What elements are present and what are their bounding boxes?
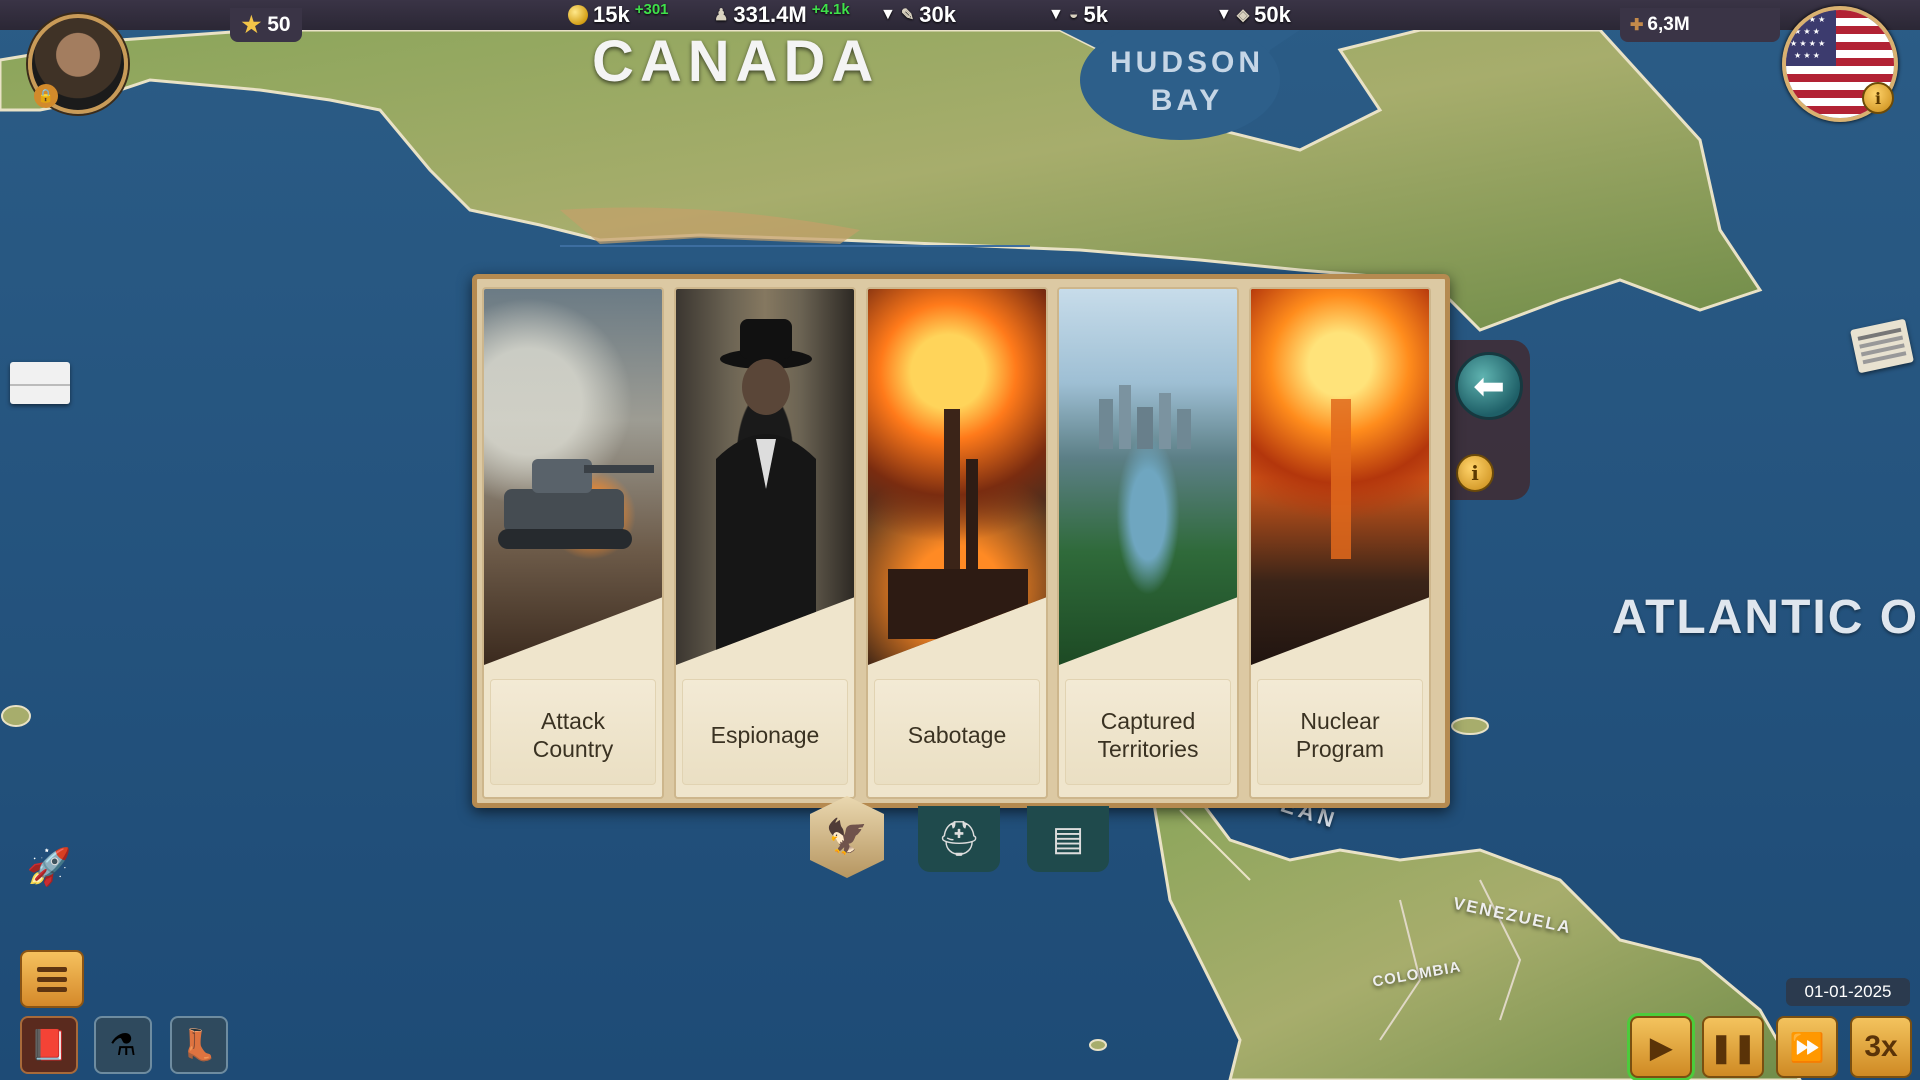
army-counter[interactable]: ✚ 6,3M bbox=[1620, 8, 1780, 42]
stars-value: 50 bbox=[267, 13, 291, 36]
card-label-line2: Territories bbox=[1097, 736, 1199, 762]
mail-icon[interactable] bbox=[10, 362, 70, 404]
leader-avatar[interactable]: 🔒 bbox=[28, 14, 128, 114]
menu-button[interactable] bbox=[20, 950, 84, 1008]
spy-icon bbox=[716, 319, 816, 665]
city-icon bbox=[1099, 385, 1191, 449]
card-captured-territories[interactable]: Captured Territories bbox=[1057, 287, 1239, 799]
svg-text:★ ★ ★ ★: ★ ★ ★ ★ bbox=[1790, 39, 1825, 48]
map-label-hudson-bay: HUDSON BAY bbox=[1110, 44, 1264, 120]
card-label: Captured Territories bbox=[1065, 679, 1231, 785]
card-label-line2: Country bbox=[532, 736, 614, 762]
menu-bar bbox=[37, 976, 67, 982]
card-label-line1: Captured bbox=[1100, 708, 1196, 734]
resource-c-value: 50k bbox=[1254, 2, 1291, 27]
nuke-image bbox=[1251, 289, 1429, 665]
card-nuclear-program[interactable]: Nuclear Program bbox=[1249, 287, 1431, 799]
card-attack-country[interactable]: Attack Country bbox=[482, 287, 664, 799]
resource-b-icon: ◒ bbox=[1068, 6, 1079, 23]
coin-icon bbox=[568, 5, 588, 25]
card-espionage[interactable]: Espionage bbox=[674, 287, 856, 799]
card-label-line2: Program bbox=[1295, 736, 1385, 762]
pause-icon[interactable]: ❚❚ bbox=[1702, 1016, 1764, 1078]
resource-c[interactable]: ▼ ◈ 50k bbox=[1216, 2, 1291, 27]
resource-a-value: 30k bbox=[919, 2, 956, 27]
crate-icon[interactable]: ▤ bbox=[1027, 806, 1109, 872]
resource-b-value: 5k bbox=[1083, 2, 1108, 27]
card-sabotage[interactable]: Sabotage bbox=[866, 287, 1048, 799]
tank-icon bbox=[498, 459, 654, 549]
menu-bar bbox=[37, 986, 67, 992]
map-label-hudson-line2: BAY bbox=[1150, 84, 1224, 117]
resource-c-icon: ◈ bbox=[1236, 7, 1250, 24]
game-date: 01-01-2025 bbox=[1786, 978, 1910, 1006]
coins-delta: +301 bbox=[634, 0, 669, 18]
spy-image bbox=[676, 289, 854, 665]
resource-a-icon: ✎ bbox=[900, 7, 915, 24]
map-label-canada: CANADA bbox=[592, 29, 880, 94]
card-label-line1: Espionage bbox=[710, 722, 820, 748]
mushroom-cloud-icon bbox=[1331, 399, 1351, 559]
coins-resource[interactable]: 15k +301 bbox=[568, 0, 669, 27]
star-icon: ★ bbox=[241, 12, 262, 37]
card-label-line1: Sabotage bbox=[907, 722, 1007, 748]
card-label: Sabotage bbox=[874, 679, 1040, 785]
action-panel: Attack Country Espionage Sabotage Captur… bbox=[472, 274, 1450, 808]
population-resource[interactable]: ♟ 331.4M +4.1k bbox=[714, 0, 850, 28]
territory-image bbox=[1059, 289, 1237, 665]
rocket-icon[interactable]: 🚀 bbox=[20, 842, 78, 892]
card-label-line1: Attack bbox=[541, 708, 605, 734]
map-label-atlantic: ATLANTIC O bbox=[1612, 591, 1920, 644]
resource-b[interactable]: ▼ ◒ 5k bbox=[1048, 2, 1108, 27]
play-icon[interactable]: ▶ bbox=[1630, 1016, 1692, 1078]
back-arrow-icon[interactable]: ⬅ bbox=[1455, 352, 1523, 420]
map-label-hudson-line1: HUDSON bbox=[1110, 46, 1265, 79]
sabotage-image bbox=[868, 289, 1046, 665]
resource-a[interactable]: ▼ ✎ 30k bbox=[880, 2, 956, 27]
boot-icon[interactable]: 👢 bbox=[170, 1016, 228, 1074]
coins-value: 15k bbox=[593, 2, 630, 27]
tank-image bbox=[484, 289, 662, 665]
card-label: Espionage bbox=[682, 679, 848, 785]
svg-text:★ ★ ★: ★ ★ ★ bbox=[1794, 27, 1820, 36]
lock-icon: 🔒 bbox=[34, 84, 58, 108]
population-delta: +4.1k bbox=[811, 0, 850, 18]
dropdown-arrow-icon: ▼ bbox=[1216, 6, 1232, 23]
dropdown-arrow-icon: ▼ bbox=[880, 6, 896, 23]
menu-bar bbox=[37, 966, 67, 972]
stars-counter[interactable]: ★ 50 bbox=[230, 8, 302, 42]
flask-icon[interactable]: ⚗ bbox=[94, 1016, 152, 1074]
info-icon[interactable]: i bbox=[1456, 454, 1494, 492]
card-label: Attack Country bbox=[490, 679, 656, 785]
fast-forward-icon[interactable]: ⏩ bbox=[1776, 1016, 1838, 1078]
card-label: Nuclear Program bbox=[1257, 679, 1423, 785]
country-info-icon[interactable]: i bbox=[1862, 82, 1894, 114]
population-icon: ♟ bbox=[714, 7, 729, 24]
army-value: 6,3M bbox=[1647, 14, 1690, 35]
army-icon: ✚ bbox=[1630, 17, 1644, 34]
dropdown-arrow-icon: ▼ bbox=[1048, 6, 1064, 23]
refinery-icon bbox=[888, 409, 1028, 639]
helmet-icon[interactable]: ⛑ bbox=[918, 806, 1000, 872]
card-label-line1: Nuclear bbox=[1300, 708, 1380, 734]
population-value: 331.4M bbox=[733, 2, 807, 27]
book-icon[interactable]: 📕 bbox=[20, 1016, 78, 1074]
speed-button[interactable]: 3x bbox=[1850, 1016, 1912, 1078]
svg-text:★ ★ ★: ★ ★ ★ bbox=[1794, 51, 1820, 60]
